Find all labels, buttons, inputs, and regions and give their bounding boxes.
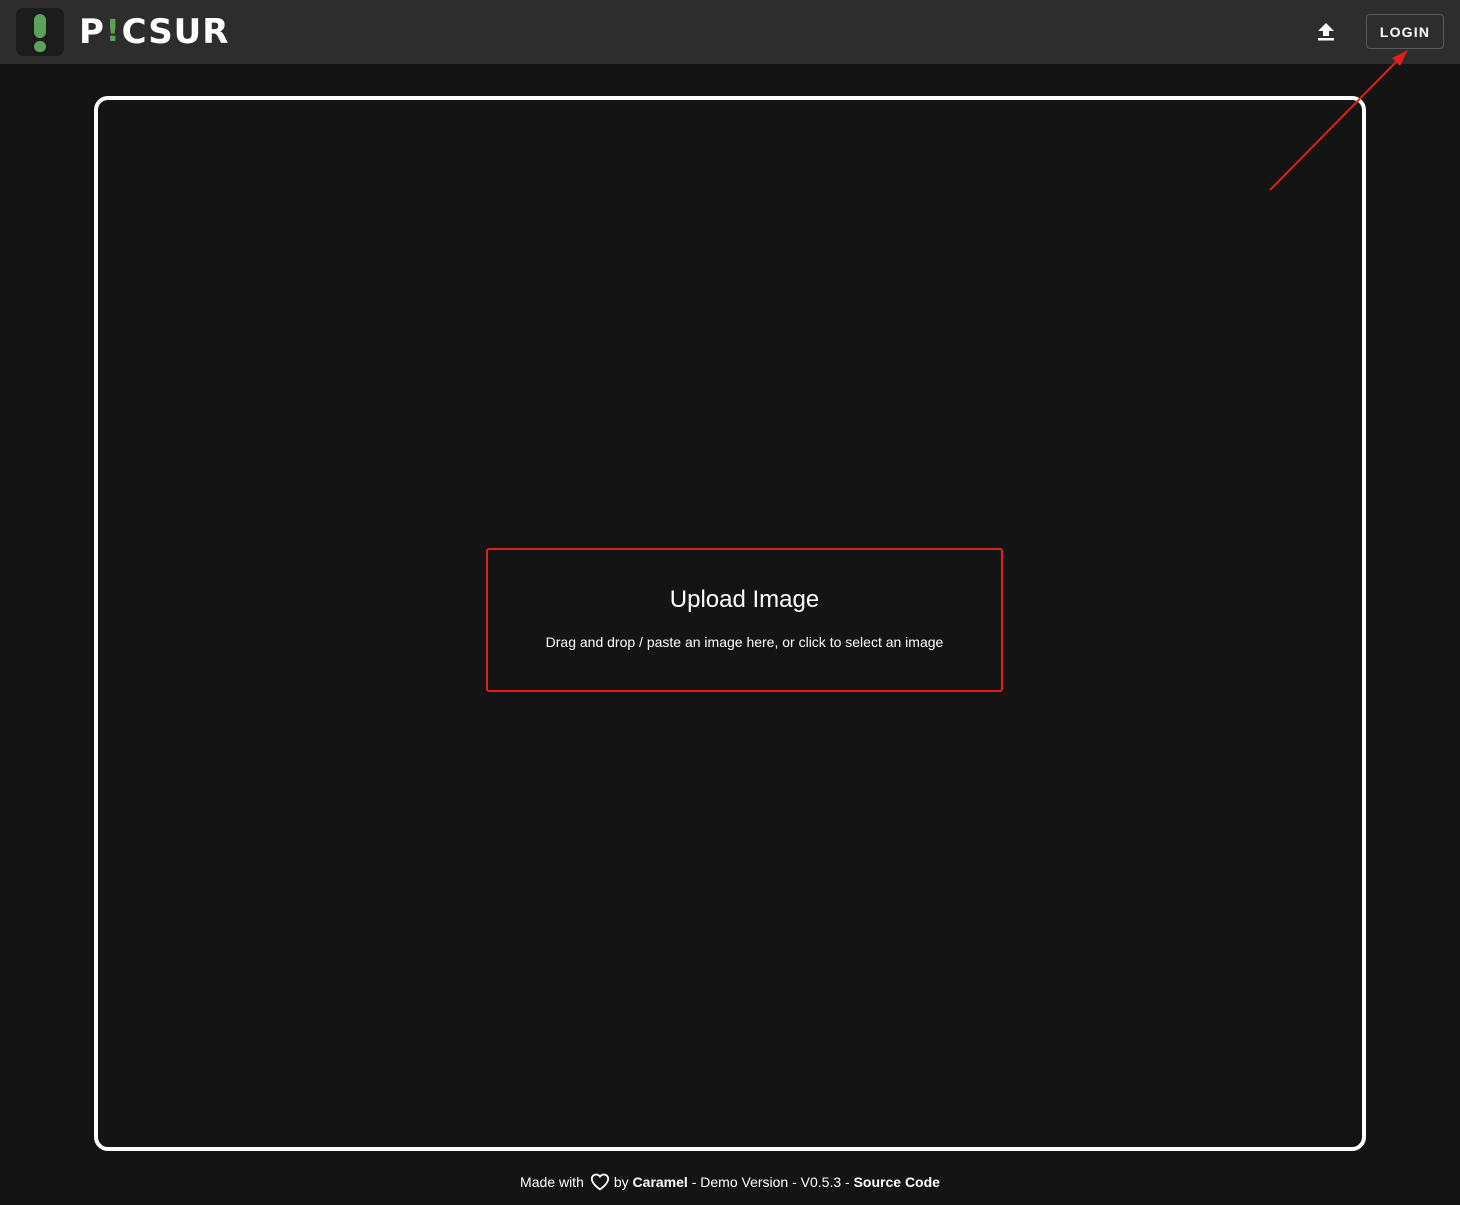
logo-text: P! CSUR: [79, 15, 229, 49]
top-navbar: P! CSUR LOGIN: [0, 0, 1460, 64]
upload-nav-button[interactable]: [1308, 14, 1344, 50]
logo-mark-icon: [16, 8, 64, 56]
footer: Made with by Caramel - Demo Version - V0…: [0, 1170, 1460, 1194]
footer-version: V0.5.3: [800, 1174, 842, 1190]
footer-source-code-link[interactable]: Source Code: [854, 1174, 940, 1190]
heart-icon: [590, 1173, 610, 1191]
footer-by: by: [613, 1174, 629, 1190]
upload-subtitle: Drag and drop / paste an image here, or …: [545, 634, 944, 650]
logo-letter-p: P: [79, 12, 105, 52]
footer-author-link[interactable]: Caramel: [633, 1174, 688, 1190]
logo-letters-csur: CSUR: [121, 12, 230, 52]
logo-bang: !: [105, 14, 121, 49]
footer-demo-version: Demo Version: [700, 1174, 789, 1190]
login-button[interactable]: LOGIN: [1366, 14, 1444, 49]
app-logo[interactable]: P! CSUR: [16, 8, 229, 56]
upload-prompt[interactable]: Upload Image Drag and drop / paste an im…: [486, 548, 1003, 692]
upload-title: Upload Image: [669, 586, 820, 613]
footer-made-with: Made with: [520, 1174, 584, 1190]
upload-icon: [1318, 23, 1334, 41]
